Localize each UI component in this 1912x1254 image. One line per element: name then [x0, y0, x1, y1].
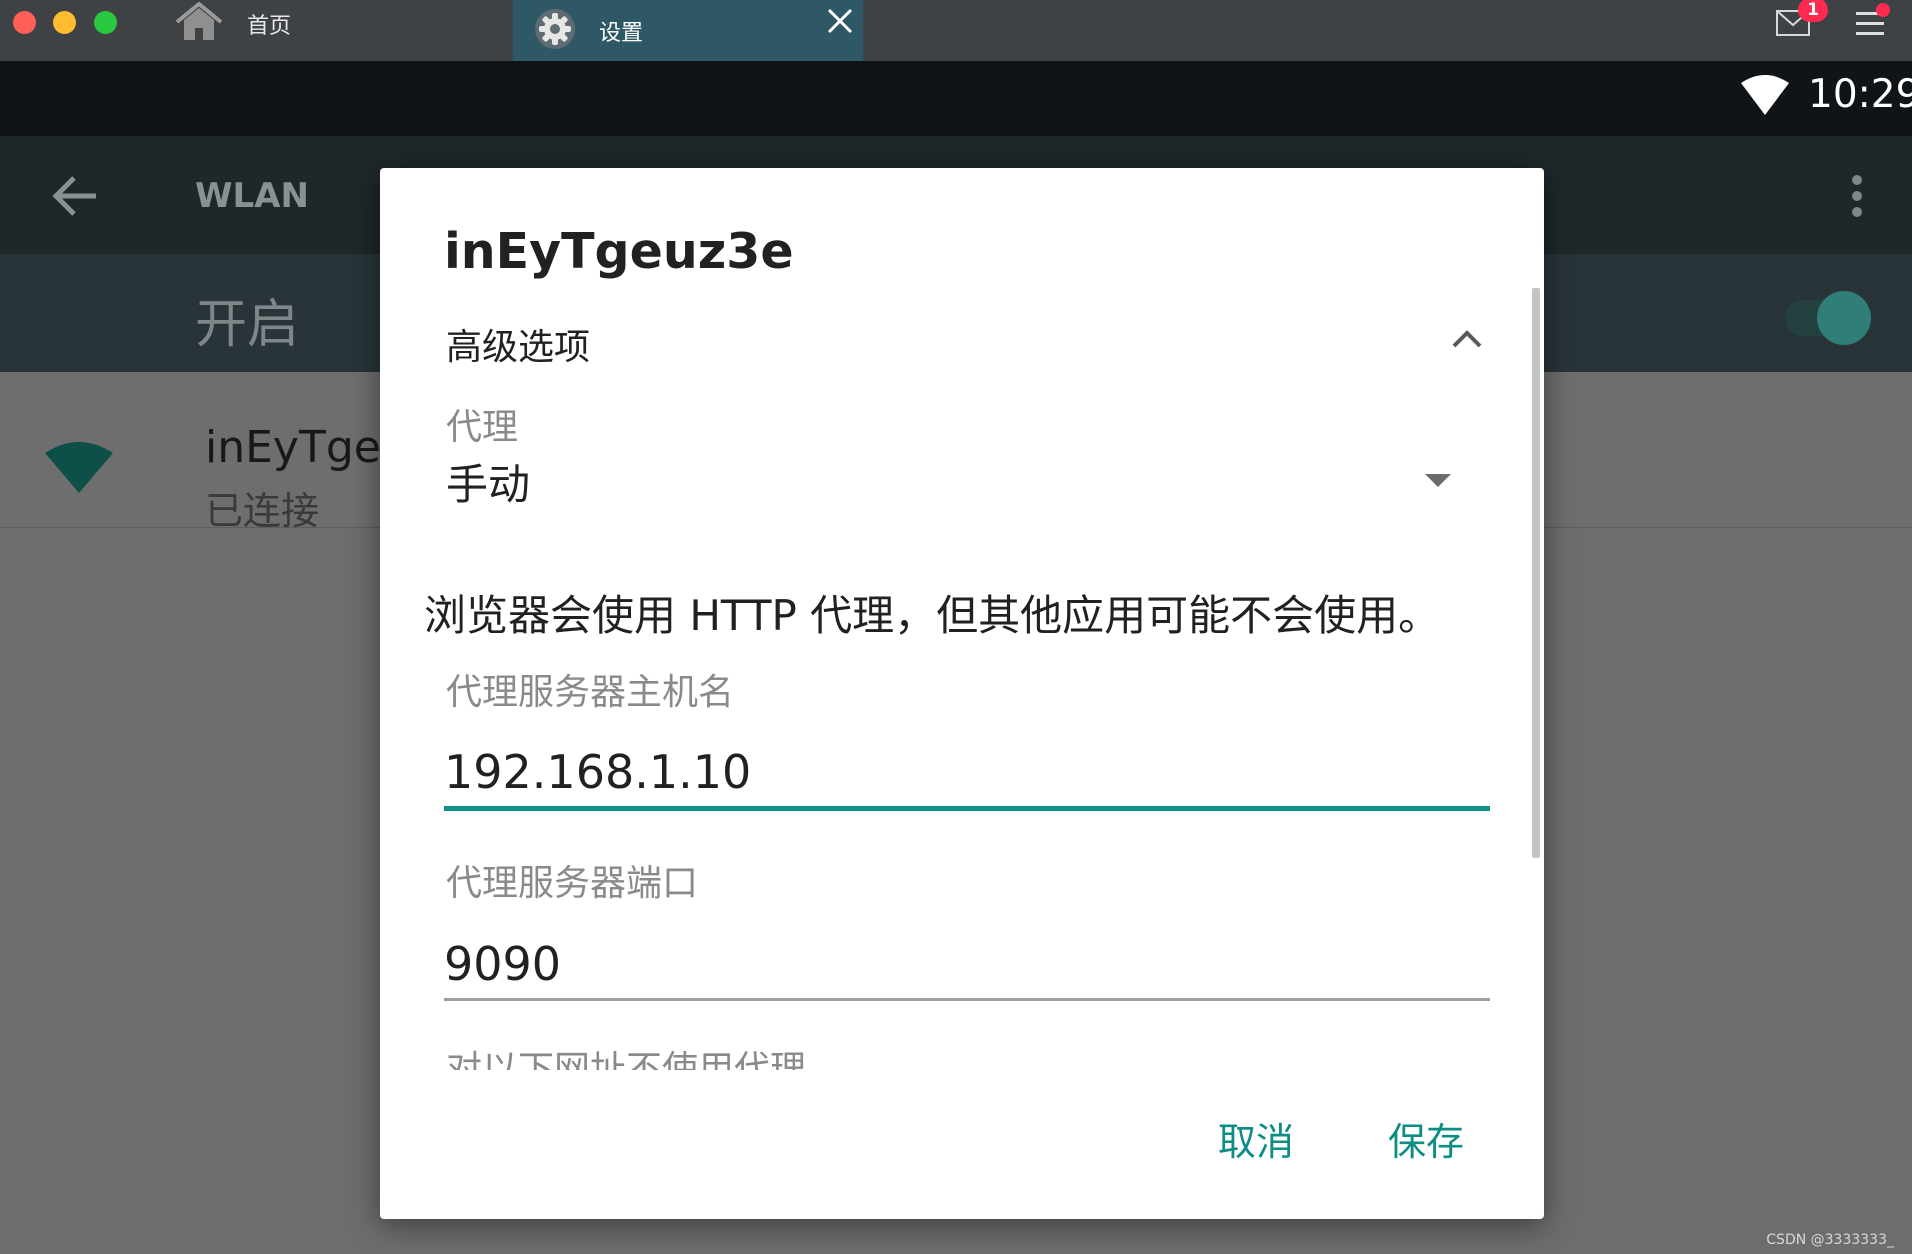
tab-settings-label: 设置 [599, 20, 644, 46]
window-maximize-button[interactable] [94, 11, 117, 34]
proxy-host-label: 代理服务器主机名 [446, 672, 735, 713]
back-arrow-icon[interactable] [50, 174, 100, 222]
proxy-select[interactable]: 手动 [446, 451, 530, 512]
wifi-switch-label: 开启 [195, 295, 300, 355]
bypass-field-clip: 对以下网址不使用代理 [444, 1040, 1490, 1070]
network-status: 已连接 [205, 489, 320, 533]
dialog-scrollbar[interactable] [1532, 288, 1540, 858]
wifi-signal-icon [1740, 75, 1790, 121]
save-button[interactable]: 保存 [1388, 1108, 1464, 1168]
wifi-toggle-thumb[interactable] [1817, 291, 1871, 345]
close-tab-icon[interactable] [825, 6, 855, 40]
page-title: WLAN [195, 176, 309, 216]
proxy-label: 代理 [446, 407, 519, 448]
advanced-options-toggle[interactable]: 高级选项 [446, 318, 590, 370]
proxy-hint-text: 浏览器会使用 HTTP 代理，但其他应用可能不会使用。 [424, 591, 1441, 640]
status-bar: 10:29 [0, 61, 1912, 136]
tab-home[interactable]: 首页 [175, 0, 291, 48]
bypass-proxy-label: 对以下网址不使用代理 [446, 1049, 807, 1070]
tab-settings[interactable]: 设置 [513, 0, 863, 61]
gear-icon [533, 7, 577, 55]
watermark: CSDN @3333333_ [1766, 1232, 1894, 1248]
dropdown-arrow-icon[interactable] [1425, 472, 1451, 492]
window-titlebar: 首页 设置 1 [0, 0, 1912, 61]
proxy-port-label: 代理服务器端口 [446, 863, 699, 904]
wifi-network-icon [44, 440, 114, 498]
proxy-host-input[interactable] [444, 741, 1489, 803]
notification-badge: 1 [1798, 0, 1828, 22]
cancel-button[interactable]: 取消 [1218, 1108, 1294, 1168]
window-minimize-button[interactable] [53, 11, 76, 34]
home-icon [175, 1, 223, 46]
window-close-button[interactable] [13, 11, 36, 34]
network-config-dialog: inEyTgeuz3e 高级选项 代理 手动 浏览器会使用 HTTP 代理，但其… [380, 168, 1544, 1219]
chevron-up-icon[interactable] [1451, 328, 1483, 354]
clock: 10:29 [1808, 72, 1912, 117]
menu-notification-dot [1876, 3, 1890, 17]
proxy-host-underline [444, 806, 1490, 811]
tab-home-label: 首页 [247, 14, 292, 39]
proxy-port-underline [444, 998, 1490, 1001]
proxy-port-input[interactable] [444, 933, 1489, 995]
more-options-icon[interactable] [1850, 174, 1864, 222]
dialog-title: inEyTgeuz3e [444, 223, 794, 280]
